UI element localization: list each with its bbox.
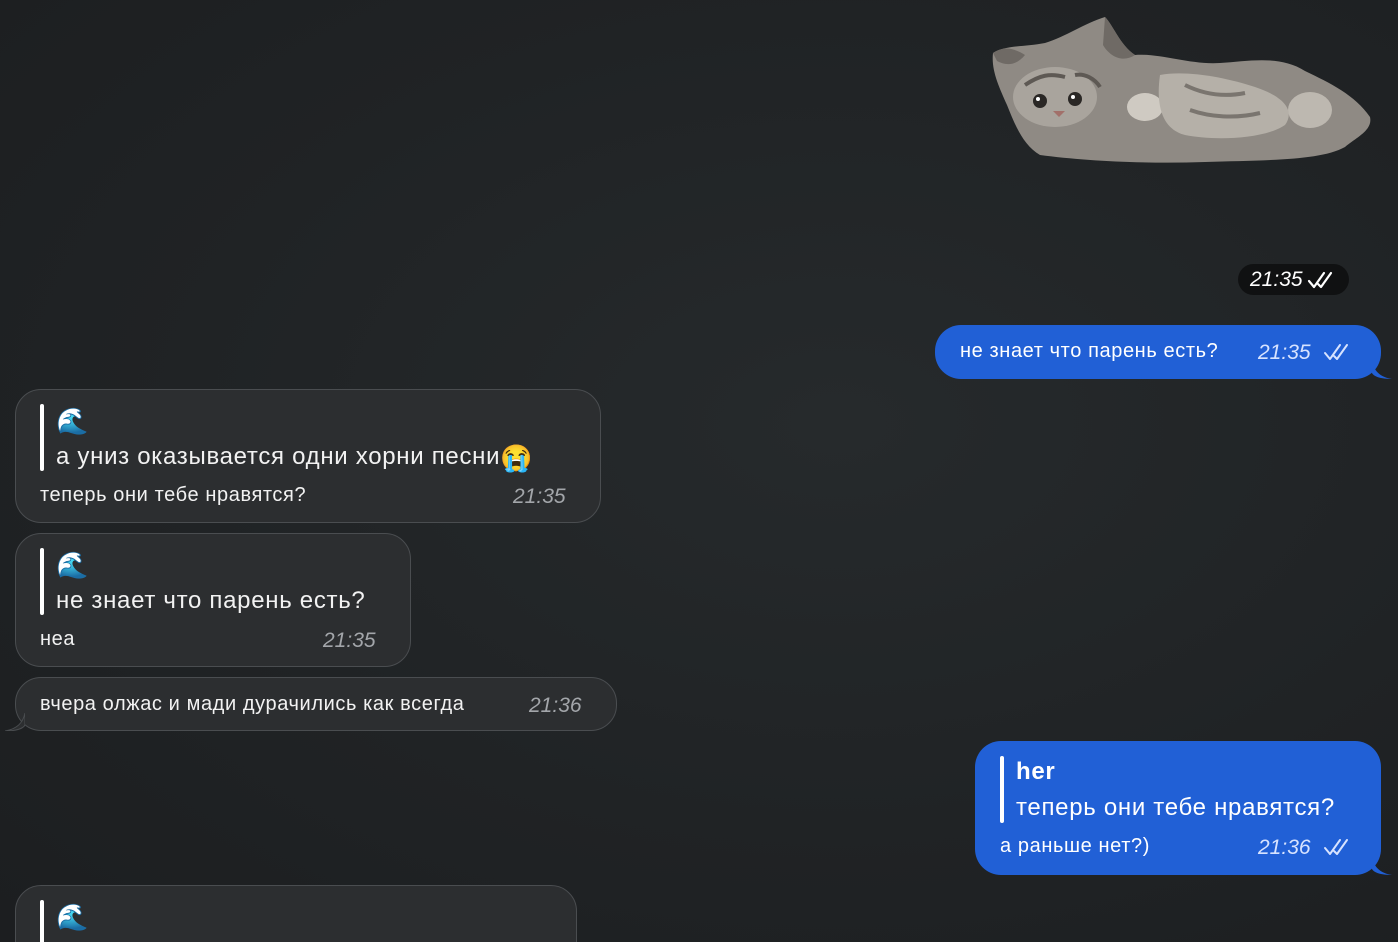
double-check-icon	[1324, 839, 1348, 855]
timestamp-text: 21:35	[1250, 268, 1303, 291]
message-time: 21:36	[1258, 836, 1311, 859]
message-text: не знает что парень есть?	[960, 340, 1219, 362]
wave-emoji-icon: 🌊	[56, 550, 89, 580]
double-check-icon	[1307, 271, 1332, 288]
wave-emoji-icon: 🌊	[56, 406, 89, 436]
crying-emoji-icon: 😭	[500, 443, 534, 473]
reply-bar	[40, 548, 44, 615]
chat-view[interactable]: 21:35 не знает что парень есть? 21:35 🌊 …	[0, 0, 1398, 942]
outgoing-message[interactable]: her теперь они тебе нравятся? а раньше н…	[975, 741, 1381, 875]
message-text: вчера олжас и мади дурачились как всегда	[40, 693, 465, 715]
message-time: 21:35	[323, 629, 376, 652]
bubble-tail	[5, 713, 25, 731]
reply-quote-text: теперь они тебе нравятся?	[1016, 794, 1335, 821]
reply-quote-label: а униз оказывается одни хорни песни	[56, 443, 501, 470]
incoming-message[interactable]: 🌊 а униз оказывается одни хорни песни😭 т…	[15, 389, 601, 523]
incoming-message[interactable]: 🌊 не знает что парень есть? неа 21:35	[15, 533, 411, 667]
reply-bar	[1000, 756, 1004, 823]
bubble-tail	[1372, 361, 1392, 379]
bubble-tail	[1372, 857, 1392, 875]
reply-bar	[40, 404, 44, 471]
reply-bar	[40, 900, 44, 942]
incoming-message[interactable]: 🌊	[15, 885, 577, 942]
message-text: неа	[40, 628, 76, 650]
message-time: 21:35	[513, 485, 566, 508]
outgoing-message[interactable]: не знает что парень есть? 21:35	[935, 325, 1381, 379]
cat-sticker-icon[interactable]	[985, 15, 1373, 165]
sticker-timestamp: 21:35	[1238, 264, 1349, 295]
message-time: 21:36	[529, 694, 582, 717]
message-text: а раньше нет?)	[1000, 835, 1150, 857]
message-text: теперь они тебе нравятся?	[40, 484, 307, 506]
message-time: 21:35	[1258, 341, 1311, 364]
reply-quote-text: а униз оказывается одни хорни песни😭	[56, 443, 533, 474]
double-check-icon	[1324, 344, 1348, 360]
reply-author: her	[1016, 758, 1056, 785]
reply-quote-text: не знает что парень есть?	[56, 587, 366, 614]
wave-emoji-icon: 🌊	[56, 902, 89, 932]
incoming-message[interactable]: вчера олжас и мади дурачились как всегда…	[15, 677, 617, 731]
